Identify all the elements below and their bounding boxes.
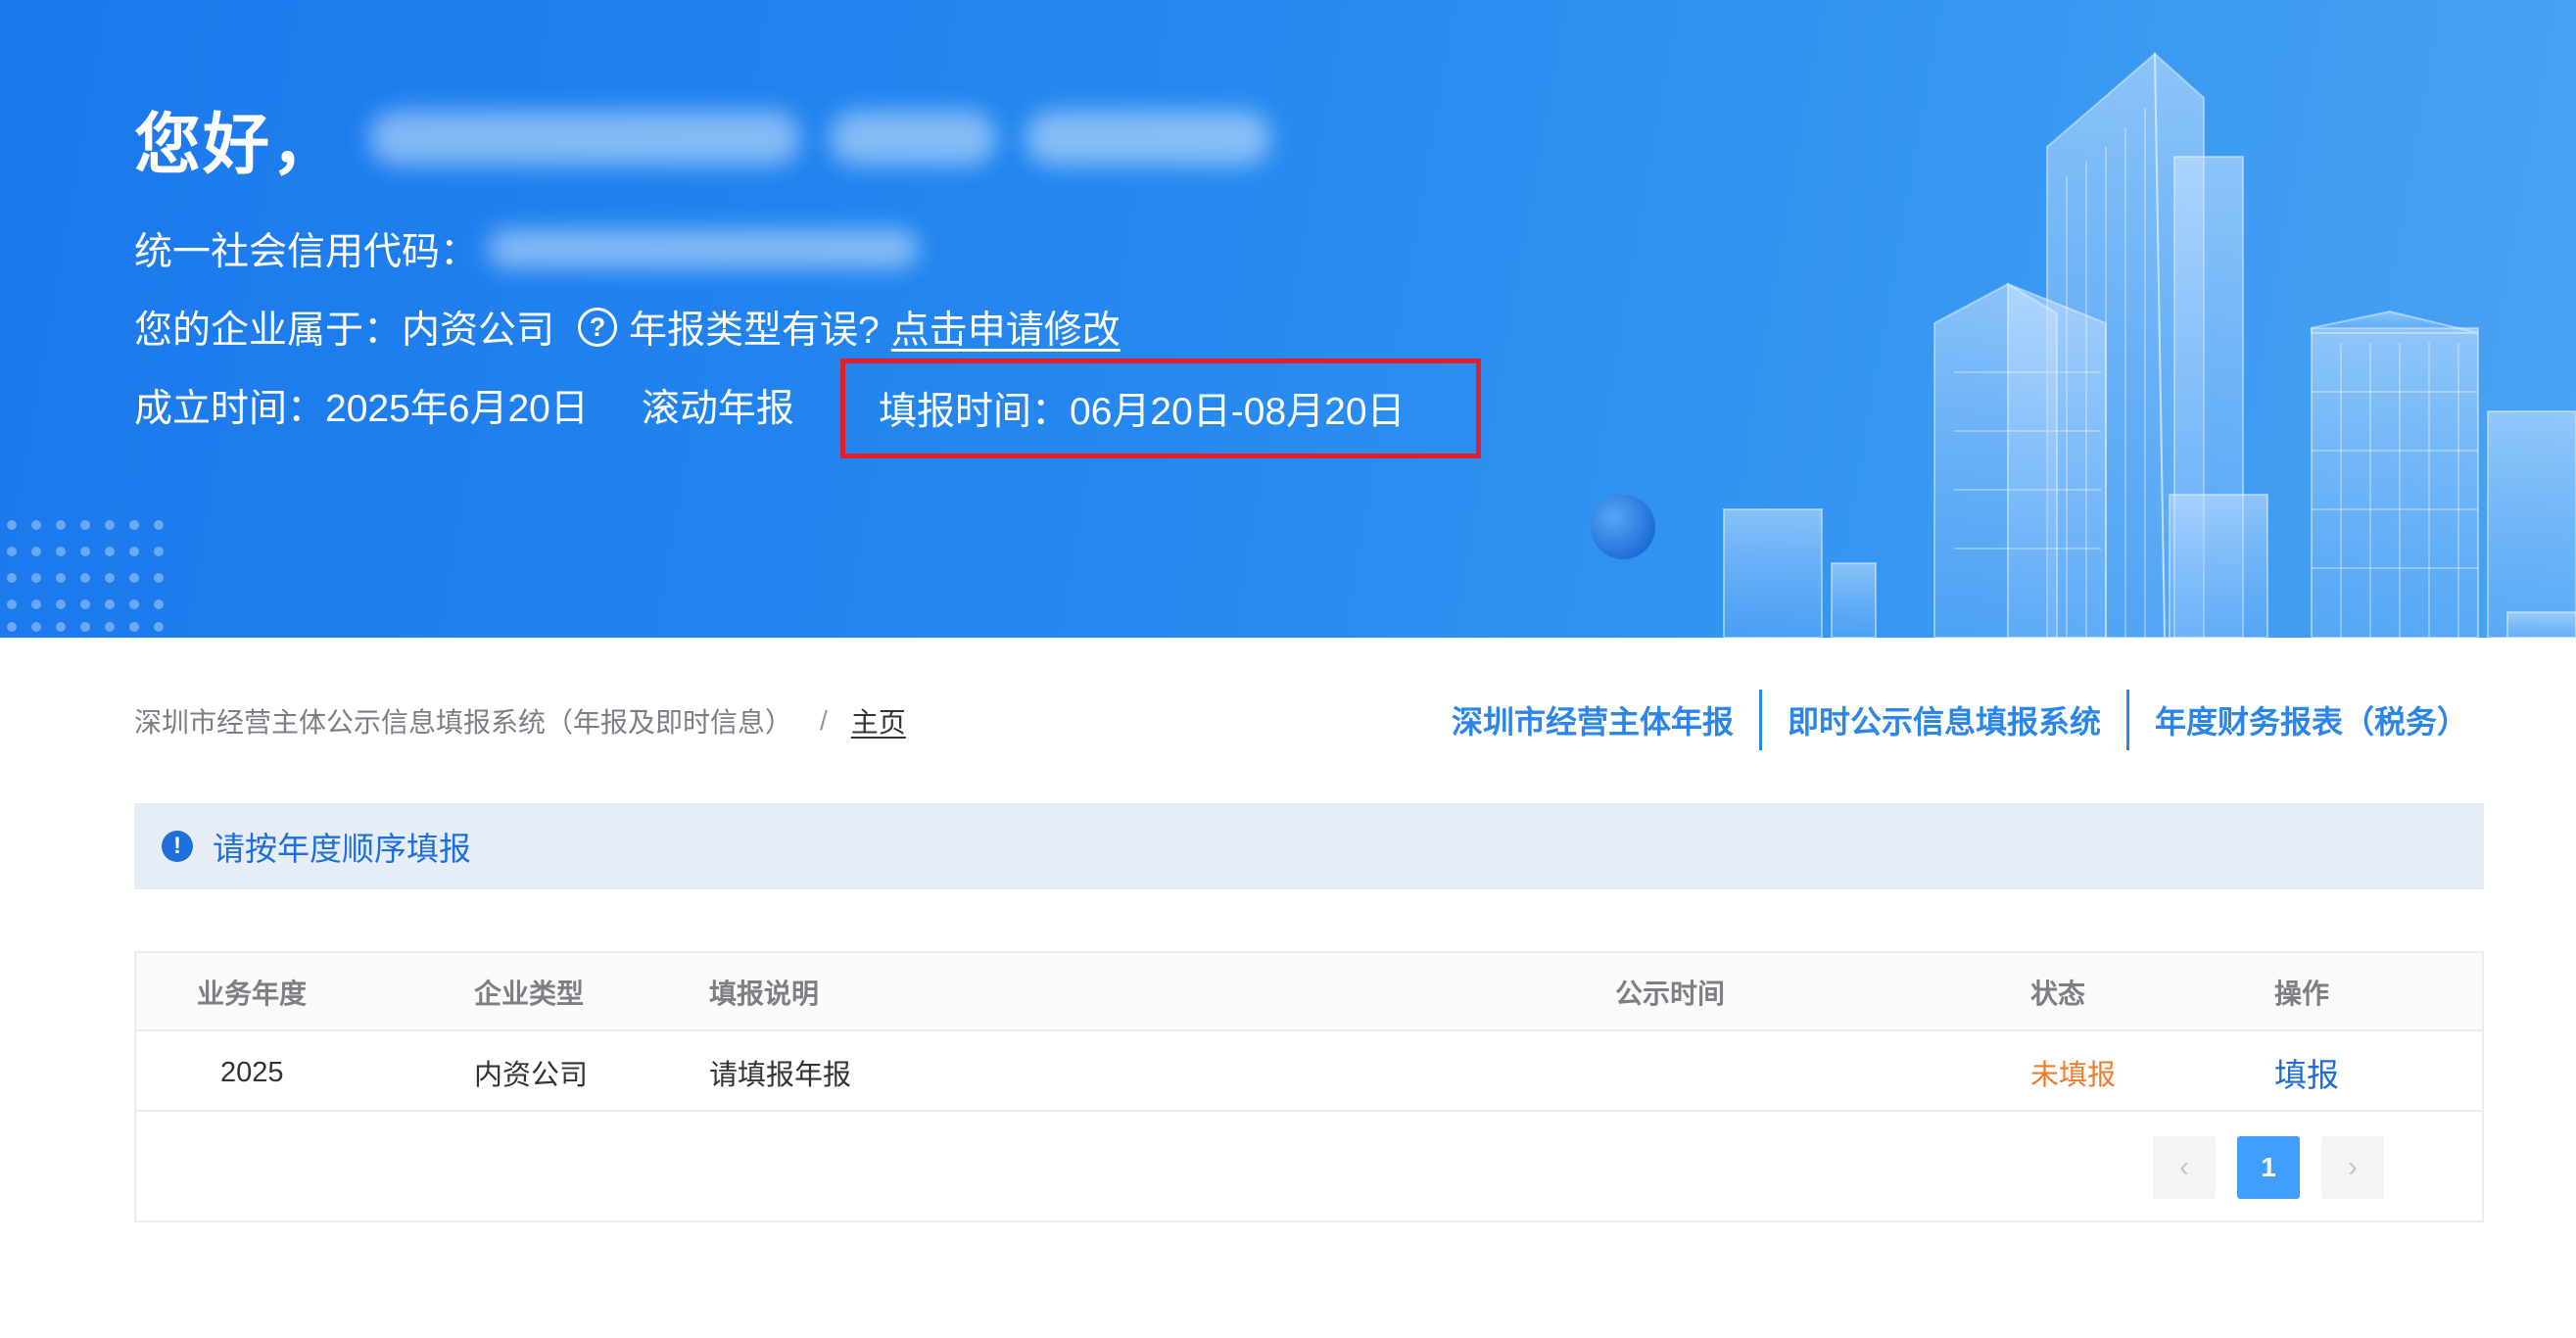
enterprise-type-value: 内资公司 (402, 310, 555, 352)
company-name-redacted-2 (830, 111, 997, 166)
greeting-text: 您好， (134, 107, 341, 182)
apply-modify-link[interactable]: 点击申请修改 (891, 300, 1121, 355)
notice-text: 请按年度顺序填报 (213, 831, 471, 867)
prev-page-button[interactable]: ‹ (2153, 1136, 2216, 1199)
col-header-desc: 填报说明 (709, 979, 820, 1009)
link-instant-disclosure[interactable]: 即时公示信息填报系统 (1762, 697, 2126, 742)
fill-time-value: 06月20日-08月20日 (1070, 391, 1406, 433)
col-header-publish-time: 公示时间 (1615, 979, 1726, 1009)
company-name-redacted (369, 111, 801, 166)
established-row: 成立时间： 2025年6月20日 滚动年报 (134, 378, 794, 433)
enterprise-type-row: 您的企业属于： 内资公司 ? 年报类型有误? 点击申请修改 (134, 300, 1121, 355)
breadcrumb-separator: / (820, 705, 828, 736)
col-header-year: 业务年度 (197, 979, 308, 1009)
cell-type: 内资公司 (474, 1060, 589, 1091)
credit-code-redacted (488, 229, 920, 268)
notice-banner: ! 请按年度顺序填报 (134, 803, 2484, 889)
col-header-action: 操作 (2274, 979, 2330, 1009)
question-circle-icon: ? (578, 308, 618, 347)
next-page-button[interactable]: › (2321, 1136, 2384, 1199)
fill-time-highlight: 填报时间： 06月20日-08月20日 (840, 358, 1481, 458)
breadcrumb-home[interactable]: 主页 (851, 701, 906, 741)
type-error-text: 年报类型有误? (629, 310, 880, 352)
cell-year: 2025 (220, 1056, 284, 1088)
col-header-status: 状态 (2030, 979, 2086, 1009)
company-name-redacted-3 (1026, 111, 1271, 166)
table-row: 2025 内资公司 请填报年报 未填报 填报 (136, 1033, 2482, 1112)
pagination: ‹ 1 › (2153, 1136, 2384, 1199)
breadcrumb-system-name[interactable]: 深圳市经营主体公示信息填报系统（年报及即时信息） (134, 701, 792, 741)
page-button-current[interactable]: 1 (2237, 1136, 2300, 1199)
hero-banner: 您好， 统一社会信用代码： 您的企业属于： 内资公司 ? 年报类型有误? 点击申… (0, 0, 2576, 638)
credit-code-label: 统一社会信用代码： (134, 231, 479, 273)
credit-code-row: 统一社会信用代码： (134, 221, 920, 276)
report-table: 业务年度 企业类型 填报说明 公示时间 状态 操作 2025 内资公司 请填报年… (134, 951, 2484, 1222)
established-value: 2025年6月20日 (325, 388, 589, 430)
fill-report-button[interactable]: 填报 (2274, 1033, 2339, 1112)
breadcrumb: 深圳市经营主体公示信息填报系统（年报及即时信息） / 主页 (134, 701, 906, 741)
fill-time-label: 填报时间： (879, 391, 1071, 433)
top-links: 深圳市经营主体年报 即时公示信息填报系统 年度财务报表（税务） (1426, 690, 2468, 750)
cell-status: 未填报 (2030, 1060, 2117, 1091)
info-exclamation-icon: ! (162, 831, 193, 862)
greeting-line: 您好， (134, 94, 1271, 182)
rolling-report-label: 滚动年报 (641, 388, 794, 430)
established-label: 成立时间： (134, 388, 326, 430)
table-header: 业务年度 企业类型 填报说明 公示时间 状态 操作 (136, 953, 2482, 1031)
cell-desc: 请填报年报 (709, 1060, 852, 1091)
link-annual-report[interactable]: 深圳市经营主体年报 (1426, 697, 1759, 742)
enterprise-type-label: 您的企业属于： (134, 310, 403, 352)
col-header-type: 企业类型 (474, 979, 585, 1009)
link-financial-statement[interactable]: 年度财务报表（税务） (2129, 697, 2468, 742)
